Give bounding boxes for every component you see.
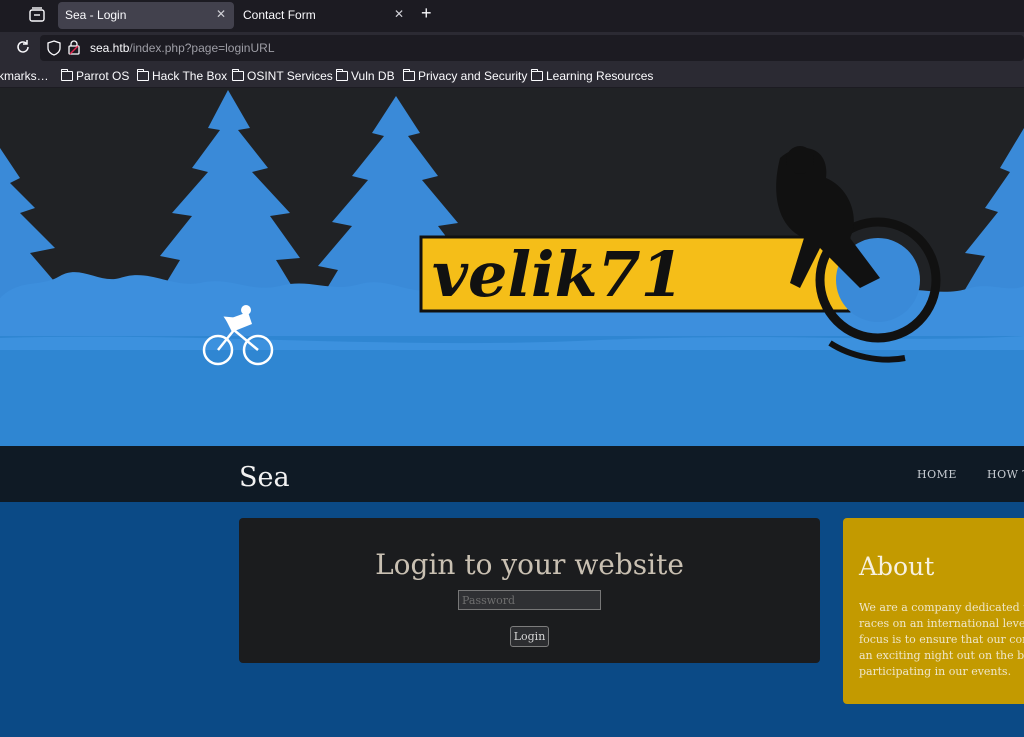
header-banner: velik71: [0, 88, 1024, 446]
tracking-protection-icon[interactable]: [47, 40, 61, 56]
about-title: About: [859, 552, 935, 581]
login-panel: Login to your website Login: [239, 518, 820, 663]
bookmark-label: kmarks…: [0, 69, 49, 83]
velik71-logo: velik71: [419, 235, 851, 313]
about-line: focus is to ensure that our comp: [859, 633, 1024, 646]
about-line: races on an international level.: [859, 617, 1024, 630]
folder-icon: [403, 69, 415, 81]
about-text: We are a company dedicated to races on a…: [859, 600, 1024, 680]
about-panel: About We are a company dedicated to race…: [843, 518, 1024, 704]
url-text: sea.htb/index.php?page=loginURL: [90, 41, 275, 55]
bookmark-label: OSINT Services: [247, 69, 333, 83]
bookmark-label: Learning Resources: [546, 69, 654, 83]
folder-icon: [232, 69, 244, 81]
bookmark-hack-the-box[interactable]: Hack The Box: [137, 69, 227, 83]
url-bar[interactable]: sea.htb/index.php?page=loginURL: [40, 35, 1024, 61]
bookmark-label: Parrot OS: [76, 69, 130, 83]
bookmark-osint-services[interactable]: OSINT Services: [232, 69, 333, 83]
main-content: Login to your website Login About We are…: [0, 502, 1024, 737]
site-navbar: Sea HOME HOW T: [0, 446, 1024, 502]
tab-overview-icon[interactable]: [28, 7, 46, 23]
banner-illustration: velik71: [0, 90, 1024, 446]
folder-icon: [336, 69, 348, 81]
about-line: participating in our events.: [859, 665, 1012, 678]
tab-bar: Sea - Login ✕ Contact Form ✕ +: [0, 0, 1024, 32]
password-input[interactable]: [458, 590, 601, 610]
tab-contact-form[interactable]: Contact Form ✕: [236, 2, 412, 29]
tab-title: Sea - Login: [65, 8, 127, 22]
login-title: Login to your website: [375, 548, 684, 581]
url-host: sea.htb: [90, 41, 130, 55]
folder-icon: [137, 69, 149, 81]
bookmark-parrot-os[interactable]: Parrot OS: [61, 69, 129, 83]
bookmark-learning-resources[interactable]: Learning Resources: [531, 69, 653, 83]
new-tab-icon[interactable]: +: [421, 3, 432, 24]
url-path: /index.php?page=loginURL: [129, 41, 275, 55]
tab-sea-login[interactable]: Sea - Login ✕: [58, 2, 234, 29]
ground: [0, 336, 1024, 446]
bookmark-privacy-security[interactable]: Privacy and Security: [403, 69, 527, 83]
tab-title: Contact Form: [243, 8, 316, 22]
bookmarks-toolbar: kmarks… Parrot OS Hack The Box OSINT Ser…: [0, 64, 1024, 88]
about-line: We are a company dedicated to: [859, 601, 1024, 614]
bookmark-label: Vuln DB: [351, 69, 395, 83]
close-tab-icon[interactable]: ✕: [216, 7, 226, 21]
reload-icon[interactable]: [14, 38, 32, 56]
logo-text: velik71: [432, 238, 684, 311]
bookmark-other[interactable]: kmarks…: [0, 69, 49, 83]
bookmark-vuln-db[interactable]: Vuln DB: [336, 69, 395, 83]
lock-icon[interactable]: [68, 40, 80, 55]
bookmark-label: Hack The Box: [152, 69, 228, 83]
nav-how-to[interactable]: HOW T: [987, 468, 1024, 481]
folder-icon: [531, 69, 543, 81]
site-brand[interactable]: Sea: [239, 462, 290, 493]
about-line: an exciting night out on the bik: [859, 649, 1024, 662]
login-button[interactable]: Login: [510, 626, 549, 647]
folder-icon: [61, 69, 73, 81]
navigation-bar: sea.htb/index.php?page=loginURL: [0, 32, 1024, 64]
bookmark-label: Privacy and Security: [418, 69, 528, 83]
close-tab-icon[interactable]: ✕: [394, 7, 404, 21]
nav-home[interactable]: HOME: [917, 468, 957, 481]
